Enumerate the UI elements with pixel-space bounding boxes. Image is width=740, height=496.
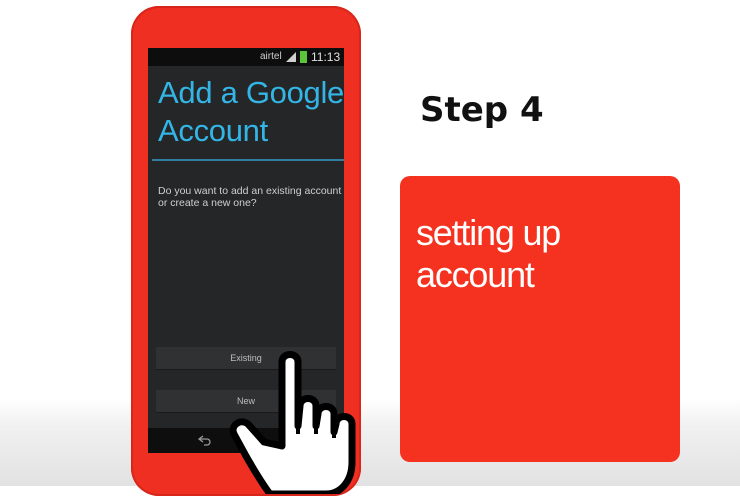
caption-card: setting up account <box>400 176 680 462</box>
page-title: Add a Google Account <box>158 74 344 150</box>
status-time: 11:13 <box>311 50 341 64</box>
video-frame: airtel 11:13 Add a Google Account Do you… <box>0 0 740 496</box>
title-divider <box>152 159 344 161</box>
title-line-2: Account <box>158 113 268 148</box>
step-label: Step 4 <box>420 90 544 130</box>
signal-icon <box>286 52 296 62</box>
back-icon[interactable] <box>198 434 212 446</box>
pointing-hand-icon <box>230 351 356 494</box>
battery-icon <box>300 51 307 63</box>
caption-text: setting up account <box>416 212 561 295</box>
carrier-label: airtel <box>260 51 282 62</box>
status-bar: airtel 11:13 <box>148 48 344 66</box>
prompt-text: Do you want to add an existing account o… <box>158 185 342 209</box>
title-line-1: Add a Google <box>158 75 344 110</box>
